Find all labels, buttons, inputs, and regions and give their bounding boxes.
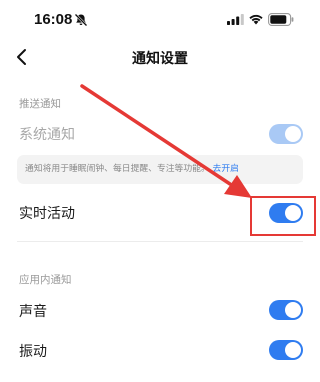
system-notification-label: 系统通知 xyxy=(19,127,75,143)
system-notification-toggle[interactable] xyxy=(269,124,303,144)
vibration-toggle[interactable] xyxy=(269,340,303,360)
live-activity-label: 实时活动 xyxy=(19,206,75,222)
section-header-push: 推送通知 xyxy=(19,98,61,110)
divider xyxy=(17,241,303,242)
mute-icon xyxy=(74,13,88,27)
section-header-in-app: 应用内通知 xyxy=(19,274,72,286)
nav-bar: 通知设置 xyxy=(0,40,320,76)
notification-info-box: 通知将用于睡眠闹钟、每日提醒、专注等功能。 去开启 xyxy=(17,155,303,184)
sound-toggle[interactable] xyxy=(269,300,303,320)
toggle-knob xyxy=(285,302,301,318)
status-bar: 16:08 xyxy=(0,0,320,40)
vibration-label: 振动 xyxy=(19,344,47,360)
battery-icon xyxy=(268,13,294,26)
wifi-icon xyxy=(249,14,263,25)
sound-label: 声音 xyxy=(19,304,47,320)
enable-link[interactable]: 去开启 xyxy=(213,164,239,174)
status-time: 16:08 xyxy=(34,11,73,28)
annotation-highlight-box xyxy=(250,196,316,236)
page-title: 通知设置 xyxy=(132,51,188,67)
toggle-knob xyxy=(285,342,301,358)
toggle-knob xyxy=(285,126,301,142)
info-text: 通知将用于睡眠闹钟、每日提醒、专注等功能。 xyxy=(25,164,210,174)
signal-icon xyxy=(227,14,244,25)
